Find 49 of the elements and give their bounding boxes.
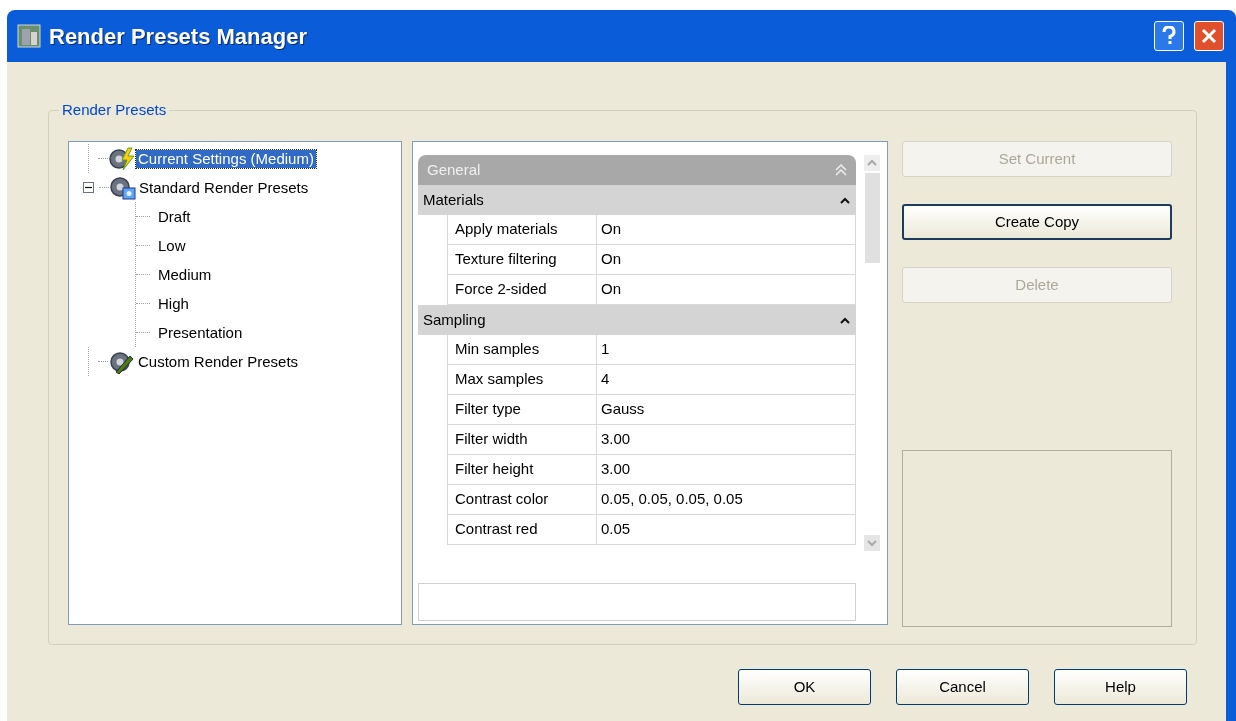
scroll-up-icon[interactable] <box>864 155 880 171</box>
scroll-down-icon[interactable] <box>864 535 880 551</box>
dialog-button[interactable]: Help <box>1054 669 1187 705</box>
app-icon <box>17 24 41 48</box>
dialog-button[interactable]: Cancel <box>896 669 1029 705</box>
property-value[interactable]: Gauss <box>597 395 856 425</box>
property-name: Contrast color <box>447 485 597 515</box>
scroll-thumb[interactable] <box>864 173 880 263</box>
property-value[interactable]: On <box>597 245 856 275</box>
double-chevron-icon <box>835 163 847 177</box>
property-name: Filter width <box>447 425 597 455</box>
gear-lightning-icon <box>108 146 136 171</box>
property-name: Texture filtering <box>447 245 597 275</box>
property-value[interactable]: 3.00 <box>597 425 856 455</box>
property-value[interactable]: 1 <box>597 335 856 365</box>
close-icon <box>1201 28 1217 44</box>
property-name: Max samples <box>447 365 597 395</box>
property-name: Min samples <box>447 335 597 365</box>
close-button[interactable] <box>1194 21 1224 51</box>
help-button[interactable] <box>1154 21 1184 51</box>
tree-item[interactable]: Current Settings (Medium) <box>136 149 316 168</box>
minus-icon <box>85 184 92 191</box>
side-button[interactable]: Create Copy <box>902 204 1172 240</box>
property-name: Contrast red <box>447 515 597 545</box>
property-value[interactable]: On <box>597 215 856 245</box>
tree-item[interactable]: Custom Render Presets <box>136 352 301 371</box>
property-name: Filter type <box>447 395 597 425</box>
window-title: Render Presets Manager <box>49 22 307 51</box>
property-value[interactable]: 4 <box>597 365 856 395</box>
property-value[interactable]: 0.05, 0.05, 0.05, 0.05 <box>597 485 856 515</box>
gear-pencil-icon <box>108 349 136 374</box>
collapse-toggle[interactable] <box>83 182 94 193</box>
property-name: Apply materials <box>447 215 597 245</box>
property-value[interactable]: 0.05 <box>597 515 856 545</box>
property-value[interactable]: 3.00 <box>597 455 856 485</box>
section-header[interactable]: Sampling <box>418 305 856 335</box>
tree-item[interactable]: Standard Render Presets <box>137 178 311 197</box>
tree-item[interactable]: Low <box>156 236 188 255</box>
tree-item[interactable]: Medium <box>156 265 214 284</box>
gear-icon <box>109 175 137 200</box>
help-icon <box>1162 26 1176 46</box>
caret-icon <box>839 196 851 204</box>
tree-item[interactable]: High <box>156 294 191 313</box>
tree-item[interactable]: Presentation <box>156 323 245 342</box>
property-name: Filter height <box>447 455 597 485</box>
caret-icon <box>839 316 851 324</box>
dialog-button[interactable]: OK <box>738 669 871 705</box>
tree-item[interactable]: Draft <box>156 207 193 226</box>
section-header[interactable]: Materials <box>418 185 856 215</box>
